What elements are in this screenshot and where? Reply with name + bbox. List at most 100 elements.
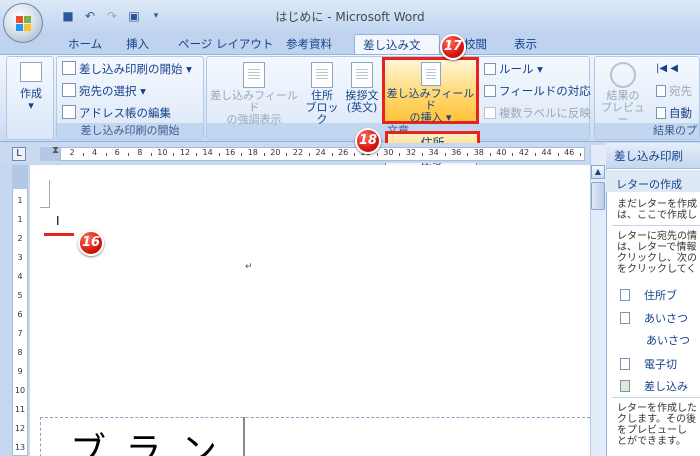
ruler-number: 20 xyxy=(270,148,281,157)
vertical-ruler-number: 12 xyxy=(14,424,26,433)
pane-link-merge[interactable]: 差し込み xyxy=(620,378,688,394)
group-start-merge-label: 差し込み印刷の開始 xyxy=(57,123,203,139)
pane-separator xyxy=(612,397,700,398)
ruler-number: 40 xyxy=(496,148,507,157)
preview-label-2: プレビュー xyxy=(601,101,645,126)
update-labels-button[interactable]: 複数ラベルに反映 xyxy=(484,104,591,122)
ruler-number: 2 xyxy=(69,148,75,157)
scroll-up-icon[interactable]: ▲ xyxy=(591,165,605,179)
ruler-number: 24 xyxy=(315,148,326,157)
select-recipients-button[interactable]: 宛先の選択 ▾ xyxy=(62,82,146,100)
indent-marker-icon[interactable]: ⧗ xyxy=(52,145,59,156)
step-badge-16: 16 xyxy=(78,230,104,256)
check-icon xyxy=(656,107,666,119)
tab-references[interactable]: 参考資料 xyxy=(278,34,340,54)
address-block-button[interactable]: 住所 ブロック xyxy=(302,62,342,126)
vertical-ruler-number: 13 xyxy=(14,443,26,452)
pane-desc-line: クリックし、次の xyxy=(617,253,697,264)
create-button[interactable]: 作成 ▾ xyxy=(10,62,52,112)
edit-address-list-button[interactable]: アドレス帳の編集 xyxy=(62,104,171,122)
ruler-tick xyxy=(512,153,514,156)
insert-field-label-1: 差し込みフィールド xyxy=(386,87,475,112)
rules-button[interactable]: ルール ▾ xyxy=(484,60,543,78)
ruler-tick xyxy=(173,153,175,156)
create-label: 作成 xyxy=(20,87,42,100)
ruler-tick xyxy=(241,153,243,156)
pane-footer-line: クします。その後 xyxy=(617,414,696,425)
pane-link-label: あいさつ xyxy=(644,312,688,325)
rules-label: ルール xyxy=(499,62,534,76)
pane-section-title: レターの作成 xyxy=(606,170,700,192)
ruler-number: 36 xyxy=(451,148,462,157)
address-block-icon xyxy=(620,289,630,301)
auto-check-button[interactable]: 自動 xyxy=(656,104,692,122)
select-recipients-label: 宛先の選択 xyxy=(79,84,137,98)
highlight-fields-label-1: 差し込みフィールド xyxy=(210,89,298,114)
insert-field-label-2: の挿入 xyxy=(409,111,443,124)
vertical-ruler-number: 11 xyxy=(14,405,26,414)
pane-link-electronic-postage[interactable]: 電子切 xyxy=(620,356,677,372)
ruler-tick xyxy=(105,153,107,156)
start-merge-button[interactable]: 差し込み印刷の開始 ▾ xyxy=(62,60,192,78)
pane-separator xyxy=(612,225,700,226)
vertical-ruler-number: 9 xyxy=(17,367,23,376)
ruler-tick xyxy=(444,153,446,156)
tab-mailings[interactable]: 差し込み文書 xyxy=(354,34,440,72)
vertical-ruler-number: 6 xyxy=(17,310,23,319)
greeting-label-2: (英文) xyxy=(346,101,378,114)
tab-view[interactable]: 表示 xyxy=(506,34,545,54)
preview-results-button[interactable]: 結果の プレビュー xyxy=(596,62,650,126)
ruler-number: 14 xyxy=(202,148,213,157)
document-page[interactable] xyxy=(30,165,590,456)
ruler-tick xyxy=(489,153,491,156)
pane-link-greeting-2[interactable]: あいさつ xyxy=(620,332,690,348)
ruler-number: 16 xyxy=(225,148,236,157)
pane-link-greeting[interactable]: あいさつ xyxy=(620,310,688,326)
pane-link-label: 住所ブ xyxy=(644,289,677,302)
office-button[interactable] xyxy=(3,3,43,43)
tab-home[interactable]: ホーム xyxy=(60,34,110,54)
find-recipient-label: 宛先 xyxy=(669,84,692,98)
vertical-ruler-number: 2 xyxy=(17,234,23,243)
document-large-text: ブ ラ ン xyxy=(70,431,221,456)
ruler-tick xyxy=(467,153,469,156)
greeting-line-button[interactable]: 挨拶文 (英文) xyxy=(342,62,382,114)
ruler-number: 42 xyxy=(518,148,530,157)
paragraph-mark: ↵ xyxy=(245,262,253,272)
ruler-number: 18 xyxy=(247,148,258,157)
scroll-thumb[interactable] xyxy=(591,182,605,210)
ruler-tick xyxy=(83,153,84,156)
step-badge-18: 18 xyxy=(355,128,381,154)
ruler-tick xyxy=(422,153,423,156)
highlight-fields-button[interactable]: 差し込みフィールド の強調表示 xyxy=(206,62,302,126)
ruler-tick xyxy=(331,153,333,156)
vertical-ruler-number: 10 xyxy=(14,386,26,395)
ruler-number: 4 xyxy=(92,148,98,157)
cursor-highlight xyxy=(44,233,74,236)
merge-icon xyxy=(620,380,630,392)
greeting-line-icon xyxy=(351,62,373,88)
pane-link-label: 差し込み xyxy=(644,380,688,393)
match-fields-button[interactable]: フィールドの対応 xyxy=(484,82,591,100)
ruler-tick xyxy=(263,153,265,156)
tab-selector[interactable]: L xyxy=(12,147,26,161)
vertical-ruler-number: 7 xyxy=(17,329,23,338)
ruler-tick xyxy=(218,153,220,156)
ruler-tick xyxy=(535,153,536,156)
ruler-tick xyxy=(376,153,378,156)
tab-page-layout[interactable]: ページ レイアウト xyxy=(170,34,281,54)
tab-insert[interactable]: 挿入 xyxy=(118,34,157,54)
ruler-tick xyxy=(286,153,288,156)
edit-list-icon xyxy=(62,105,76,119)
ruler-number: 44 xyxy=(541,148,552,157)
greeting-icon xyxy=(620,312,630,324)
ruler-tick xyxy=(196,153,197,156)
document-icon xyxy=(62,61,76,75)
highlight-fields-label-2: の強調表示 xyxy=(226,113,282,126)
ruler-number: 26 xyxy=(338,148,349,157)
ruler-tick xyxy=(150,153,152,156)
find-recipient-button[interactable]: 宛先 xyxy=(656,82,692,100)
ruler-tick xyxy=(309,153,310,156)
record-nav[interactable]: |◀ ◀ xyxy=(656,60,678,78)
pane-link-address-block[interactable]: 住所ブ xyxy=(620,287,677,303)
